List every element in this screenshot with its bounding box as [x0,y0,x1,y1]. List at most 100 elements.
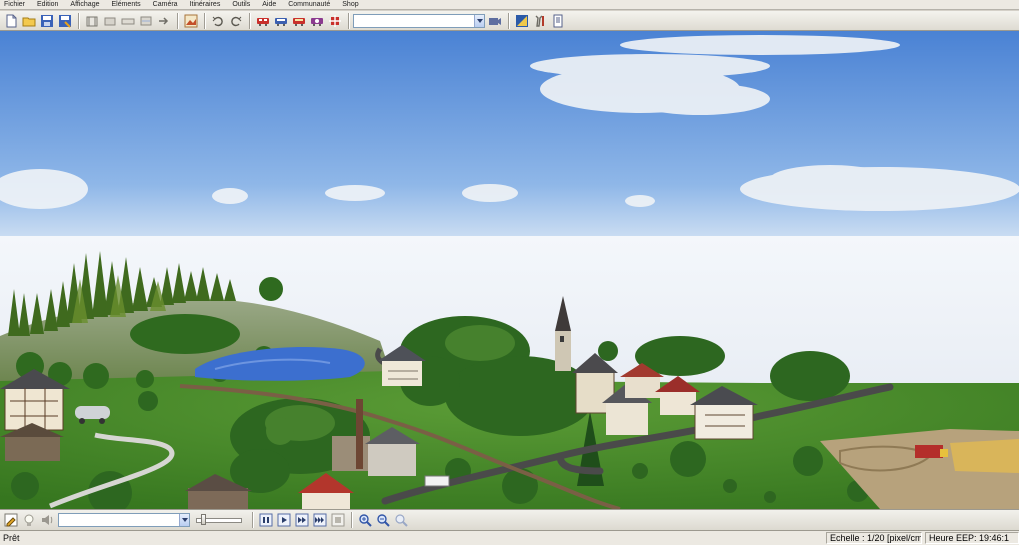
train-edit-icon [293,17,305,26]
toolbar-separator [249,12,250,29]
stop-icon [331,513,345,527]
menu-edition[interactable]: Edition [37,0,58,9]
lighting-button[interactable] [514,13,530,29]
status-scale: Echelle : 1/20 [pixel/cm] [826,532,922,544]
control-button[interactable] [156,13,172,29]
road-button[interactable] [102,13,118,29]
train-list-icon [275,17,287,26]
rail-track-button[interactable] [84,13,100,29]
chevron-down-icon [181,518,188,522]
light-toggle-button[interactable] [21,512,37,528]
zoom-fit-icon [395,514,408,527]
menu-bar: Fichier Edition Affichage Eléments Camér… [0,0,1019,10]
folder-icon [22,17,36,26]
menu-camera[interactable]: Caméra [153,0,178,9]
status-bar: Prêt Echelle : 1/20 [pixel/cm] Heure EEP… [0,531,1019,545]
lightbulb-icon [24,514,34,526]
road-icon [104,17,116,25]
menu-outils[interactable]: Outils [232,0,250,9]
save-icon [41,14,53,27]
menu-shop[interactable]: Shop [342,0,358,9]
view-select-dropdown[interactable] [474,14,484,27]
menu-communaute[interactable]: Communauté [288,0,330,9]
sound-toggle-button[interactable] [39,512,55,528]
train-edit-button[interactable] [291,13,307,29]
object-select-dropdown[interactable] [179,514,189,526]
faster-forward-button[interactable] [312,512,328,528]
zoom-out-button[interactable] [375,512,391,528]
toolbar-separator [508,12,509,29]
train-list-button[interactable] [273,13,289,29]
redo-button[interactable] [228,13,244,29]
water-icon [140,16,152,25]
properties-button[interactable] [550,13,566,29]
chevron-down-icon [476,18,483,23]
menu-fichier[interactable]: Fichier [4,0,25,9]
fast-forward-icon [295,513,309,527]
goto-view-button[interactable] [487,13,503,29]
toolbar-separator [252,512,253,528]
train-camera-button[interactable] [309,13,325,29]
harvester [915,445,943,458]
menu-affichage[interactable]: Affichage [70,0,99,9]
play-button[interactable] [276,512,292,528]
camera-icon [489,17,501,25]
save-as-button[interactable] [57,13,73,29]
arrow-right-icon [159,16,169,25]
menu-aide[interactable]: Aide [262,0,276,9]
tools-button[interactable] [532,13,548,29]
landscape-button[interactable] [183,13,199,29]
speaker-icon [42,515,53,525]
open-file-button[interactable] [21,13,37,29]
train-settings-icon [329,14,341,27]
new-file-icon [6,14,17,27]
wheat-field [950,439,1019,473]
save-as-icon [59,14,71,28]
undo-icon [212,16,223,26]
toolbar-separator [351,512,352,528]
object-select[interactable] [58,513,190,527]
edit-mode-button[interactable] [3,512,19,528]
train-camera-icon [311,17,323,26]
status-ready: Prêt [3,533,20,543]
redo-icon [231,16,242,26]
toolbar-separator [78,12,79,29]
play-icon [277,513,291,527]
fast-forward-button[interactable] [294,512,310,528]
speed-slider[interactable] [196,513,242,525]
zoom-in-icon [359,514,372,527]
water-button[interactable] [138,13,154,29]
menu-itineraires[interactable]: Itinéraires [190,0,221,9]
save-button[interactable] [39,13,55,29]
object-select-value [59,515,61,525]
undo-button[interactable] [210,13,226,29]
tram-button[interactable] [120,13,136,29]
toolbar-separator [348,12,349,29]
stop-button[interactable] [330,512,346,528]
control-bar [0,509,1019,531]
light-icon [516,14,528,27]
tram-icon [121,18,135,24]
status-time: Heure EEP: 19:46:1 [925,532,1019,544]
zoom-reset-button[interactable] [393,512,409,528]
zoom-out-icon [377,514,390,527]
landscape-scene[interactable] [0,31,1019,509]
speed-slider-thumb[interactable] [201,513,206,525]
document-icon [553,14,563,27]
pause-button[interactable] [258,512,274,528]
view-select[interactable] [353,13,485,28]
zoom-in-button[interactable] [357,512,373,528]
train-settings-button[interactable] [327,13,343,29]
new-file-button[interactable] [3,13,19,29]
train-view-button[interactable] [255,13,271,29]
3d-viewport[interactable] [0,31,1019,509]
track-icon [86,16,98,26]
main-toolbar [0,11,1019,31]
tools-icon [535,15,544,27]
landscape-icon [184,14,198,27]
harvester-header [940,449,948,457]
menu-elements[interactable]: Eléments [111,0,140,9]
toolbar-separator [177,12,178,29]
toolbar-separator [204,12,205,29]
pencil-icon [4,513,18,527]
